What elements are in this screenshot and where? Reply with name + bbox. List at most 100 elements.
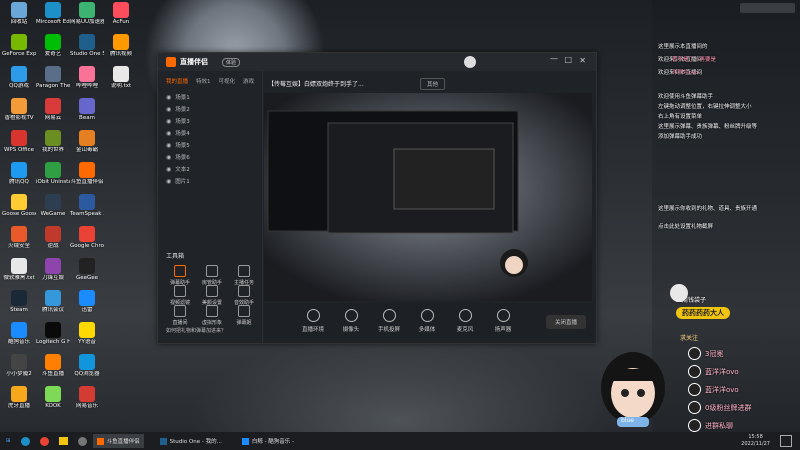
app-title-bar[interactable]: 直播伴侣 体验 ✕ □ — [158,53,596,71]
notification-icon[interactable] [780,435,792,447]
scene-item[interactable]: ◉ 文本2 [158,163,262,175]
gift-label: 3冠冕 [705,349,724,358]
taskbar-app-studio-one[interactable]: Studio One - 我的... [156,434,226,448]
desktop-icon[interactable]: iObit Uninstaller [36,162,70,186]
tab-games[interactable]: 游戏 [243,77,254,85]
desktop-icon[interactable]: 腾讯QQ [2,162,36,186]
tab-my-stream[interactable]: 我的直播 [166,77,188,85]
tool-item[interactable]: 主播任务 [230,265,258,286]
toolbar-item[interactable]: 多媒体 [412,309,442,333]
desktop-icon[interactable]: 小小梦魇2 [2,354,36,378]
desktop-icon[interactable]: 斗鱼直播 [36,354,70,378]
scene-item[interactable]: ◉ 场景5 [158,139,262,151]
chat-toolbar[interactable] [740,3,795,13]
tool-item[interactable]: 弹幕姬 [230,305,258,326]
tool-item[interactable]: 弹幕助手 [166,265,194,286]
desktop-icon[interactable]: 网易云 [36,98,70,122]
stop-stream-button[interactable]: 关闭直播 [545,315,586,329]
desktop-icon[interactable]: Beam [70,98,104,122]
category-select[interactable]: 其他 [420,78,446,90]
eye-icon[interactable]: ◉ [166,94,171,101]
desktop-icon[interactable]: 腾讯会议 [36,290,70,314]
desktop-icon[interactable]: 逆战 [36,226,70,250]
tool-item[interactable]: 视频滤镜 [166,285,194,306]
taskbar-icon-chrome[interactable] [36,434,53,448]
taskbar-icon-settings[interactable] [74,434,91,448]
eye-icon[interactable]: ◉ [166,178,171,185]
desktop-icon[interactable]: GeeGee [70,258,104,282]
app-name: 直播伴侣 [180,58,208,66]
desktop-icon[interactable]: 香橙影视TV [2,98,36,122]
desktop-icon[interactable]: Studio One 5 [70,34,104,58]
stream-title[interactable]: 【传莓互娱】白嫖双炮终于到手了... [268,79,364,88]
desktop-icon[interactable]: 说明.txt [104,66,138,90]
desktop-icon[interactable]: 爱奇艺 [36,34,70,58]
toolbar-item[interactable]: 摄像头 [336,309,366,333]
desktop-icon[interactable]: 火绒安全 [2,226,36,250]
toolbar-item[interactable]: 直播环境 [298,309,328,333]
desktop-icon[interactable]: 哔哩哔哩 [70,66,104,90]
desktop-icon[interactable]: WeGame [36,194,70,218]
tool-item[interactable]: 虚拟形象 [198,305,226,326]
eye-icon[interactable]: ◉ [166,166,171,173]
desktop-icon[interactable]: 刀锋互娱 [36,258,70,282]
streaming-app-window[interactable]: 直播伴侣 体验 ✕ □ — 我的直播 特效1 可视化 游戏 ◉ 场景1 ◉ 场景2 ◉ 场… [157,52,597,344]
desktop-icon[interactable]: AcFun [104,2,138,26]
scene-item[interactable]: ◉ 场景1 [158,91,262,103]
minimize-icon[interactable]: — [550,54,558,63]
desktop-icon[interactable]: Paragon The Overr... [36,66,70,90]
eye-icon[interactable]: ◉ [166,154,171,161]
desktop-icon[interactable]: 微软雅黑.txt [2,258,36,282]
desktop-icon[interactable]: KOOK [36,386,70,410]
desktop-icon[interactable]: YY语音 [70,322,104,346]
toolbar-item[interactable]: 扬声器 [488,309,518,333]
desktop-icon[interactable]: WPS Office [2,130,36,154]
close-icon[interactable]: ✕ [579,56,586,65]
desktop-icon[interactable]: Google Chrome [70,226,104,250]
scene-item[interactable]: ◉ 场景3 [158,115,262,127]
desktop-icon[interactable]: GeForce Experience [2,34,36,58]
desktop-icon[interactable]: 网易音乐 [70,386,104,410]
taskbar-app-kugou[interactable]: 白鲸 - 酷狗音乐 - [238,434,298,448]
tool-item[interactable]: 美颜设置 [198,285,226,306]
desktop-icon[interactable]: 虎牙直播 [2,386,36,410]
scene-item[interactable]: ◉ 场景2 [158,103,262,115]
tool-item[interactable]: 直播间 [166,305,194,326]
taskbar-app-douyu[interactable]: 斗鱼直播伴侣 [92,434,144,448]
tool-item[interactable]: 音效助手 [230,285,258,306]
desktop-icon[interactable]: 我的世界 [36,130,70,154]
desktop-icon[interactable]: QQ浏览器 [70,354,104,378]
scene-item[interactable]: ◉ 图片1 [158,175,262,187]
eye-icon[interactable]: ◉ [166,106,171,113]
avatar[interactable] [464,56,476,68]
toolbar-item[interactable]: 手机投屏 [374,309,404,333]
tab-effects[interactable]: 特效1 [196,77,211,85]
desktop-icon[interactable]: 腾讯视频 [104,34,138,58]
desktop-icon[interactable]: Goose Goose Duck [2,194,36,218]
scene-item[interactable]: ◉ 场景6 [158,151,262,163]
desktop-icon[interactable]: 网易UU加速器 [70,2,104,26]
tab-visual[interactable]: 可视化 [218,77,235,85]
eye-icon[interactable]: ◉ [166,130,171,137]
desktop-icon[interactable]: 金山毒霸 [70,130,104,154]
desktop-icon[interactable]: QQ游戏 [2,66,36,90]
desktop-icon[interactable]: TeamSpeak 3 [70,194,104,218]
eye-icon[interactable]: ◉ [166,118,171,125]
desktop-icon[interactable]: 斗鱼直播伴侣 [70,162,104,186]
desktop-icon[interactable]: Mircosoft Edge [36,2,70,26]
desktop-icon[interactable]: 迅雷 [70,290,104,314]
maximize-icon[interactable]: □ [564,55,572,64]
desktop-icon[interactable]: 回收站 [2,2,36,26]
taskbar-icon-explorer[interactable] [55,434,72,448]
toolbar-item[interactable]: 麦克风 [450,309,480,333]
scene-item[interactable]: ◉ 场景4 [158,127,262,139]
windows-start-icon[interactable]: ⊞ [2,434,15,448]
desktop-icon[interactable]: Steam [2,290,36,314]
hint-link[interactable]: 如何把礼物和弹幕加进来？ [166,327,226,334]
desktop-icon[interactable]: 酷狗音乐 [2,322,36,346]
tool-item[interactable]: 房管助手 [198,265,226,286]
desktop-icon[interactable]: Logitech G HUB [36,322,70,346]
taskbar-icon-edge[interactable] [17,434,34,448]
clock[interactable]: 15:58 2022/11/27 [741,434,770,448]
eye-icon[interactable]: ◉ [166,142,171,149]
